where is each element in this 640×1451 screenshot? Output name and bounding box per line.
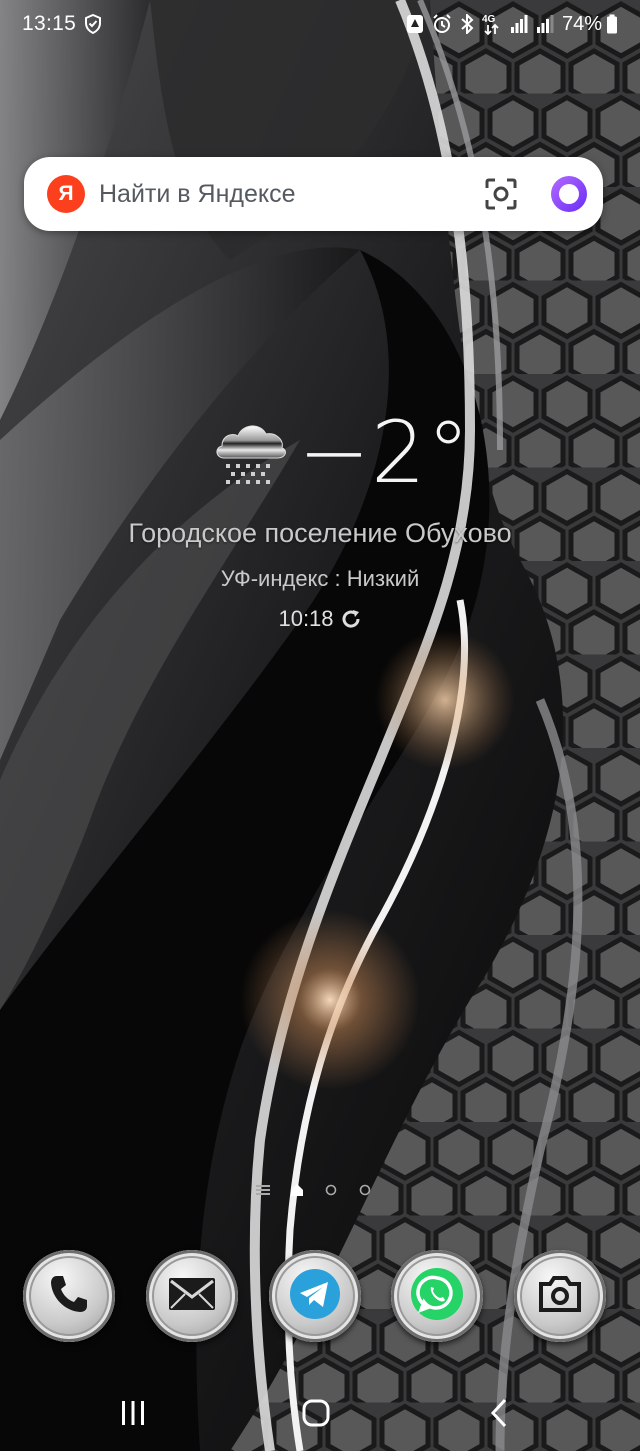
home-icon [301,1398,331,1433]
svg-text:4G: 4G [482,14,496,25]
weather-updated-label: 10:18 [278,606,334,631]
dock [0,1250,640,1346]
status-bar: 13:15 4G 74% [0,0,640,48]
search-input[interactable]: Найти в Яндексе [99,180,481,209]
recents-icon [119,1400,147,1431]
battery-icon [606,14,618,34]
recents-button[interactable] [103,1398,163,1432]
mobile-data-icon: 4G [482,13,502,35]
shield-check-icon [84,14,102,34]
yandex-search-bar[interactable]: Я Найти в Яндексе [24,157,603,231]
phone-icon [47,1272,91,1321]
camera-icon [537,1274,583,1319]
yandex-logo-icon[interactable]: Я [47,175,85,213]
dock-app-camera[interactable] [514,1250,606,1342]
signal-sim2-icon [536,14,554,34]
app-notification-icon [406,14,424,34]
navigation-bar [0,1380,640,1451]
status-time: 13:15 [22,12,77,35]
whatsapp-icon [409,1266,465,1327]
weather-location: Городское поселение Обухово [128,518,512,548]
page-indicator[interactable] [256,1180,376,1200]
dock-app-whatsapp[interactable] [391,1250,483,1342]
alarm-icon [432,14,452,34]
weather-temperature: −2° [298,403,471,503]
battery-percent: 74% [561,12,602,35]
dock-app-messages[interactable] [146,1250,238,1342]
weather-updated-time: 10:18 [0,606,640,632]
envelope-icon [167,1274,217,1319]
page-indicator-menu-icon[interactable] [256,1183,270,1197]
refresh-icon[interactable] [340,608,362,630]
weather-uv-index: УФ-индекс : Низкий [220,566,420,591]
back-button[interactable] [469,1398,529,1432]
snow-cloud-icon [212,414,288,490]
camera-lens-icon[interactable] [481,174,521,214]
dock-app-telegram[interactable] [269,1250,361,1342]
telegram-icon [288,1267,342,1326]
back-chevron-icon [489,1398,509,1433]
page-indicator-dot[interactable] [324,1183,338,1197]
home-button[interactable] [286,1398,346,1432]
page-indicator-home-icon[interactable] [290,1183,304,1197]
dock-app-phone[interactable] [23,1250,115,1342]
page-indicator-dot[interactable] [358,1183,372,1197]
alice-voice-icon[interactable] [549,174,589,214]
signal-sim1-icon [510,14,528,34]
bluetooth-icon [460,14,474,34]
